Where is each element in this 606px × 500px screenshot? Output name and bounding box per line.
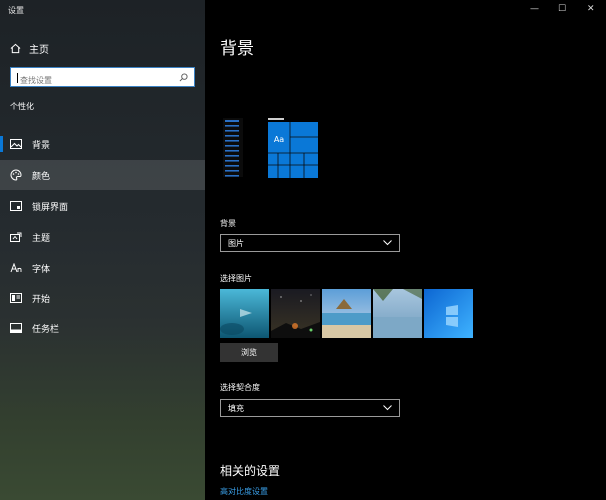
chevron-down-icon [383,240,392,246]
sidebar-item-lock-screen[interactable]: 锁屏界面 [0,191,205,221]
thumbnail-underwater[interactable] [220,289,269,338]
start-icon [10,293,22,303]
sidebar-item-colors[interactable]: 颜色 [0,160,205,190]
search-box[interactable]: 查找设置 [10,67,195,87]
thumbnail-night-sky[interactable] [271,289,320,338]
high-contrast-link[interactable]: 高对比度设置 [220,486,268,497]
thumbnail-windows-hero[interactable] [424,289,473,338]
search-placeholder: 查找设置 [20,75,52,85]
lock-screen-icon [10,201,22,211]
sidebar-item-fonts[interactable]: 字体 [0,253,205,283]
font-icon [10,263,22,273]
close-button[interactable]: ✕ [587,4,595,14]
taskbar-icon [10,323,22,333]
theme-icon [10,232,22,242]
sidebar-item-label: 主题 [32,233,51,244]
maximize-button[interactable]: ☐ [558,4,566,14]
sidebar-item-background[interactable]: 背景 [0,129,205,159]
related-settings-title: 相关的设置 [220,464,281,478]
thumbnail-beach[interactable] [322,289,371,338]
minimize-button[interactable]: — [530,4,539,14]
fit-label: 选择契合度 [220,383,260,392]
search-input[interactable]: 查找设置 [17,68,52,87]
sidebar-item-themes[interactable]: 主题 [0,222,205,252]
fit-dropdown[interactable]: 填充 [220,399,400,417]
settings-window: 设置 主页 查找设置 个性化 背景 颜色 锁屏界面 主题 字体 开始 任务栏 —… [0,0,606,500]
sidebar-item-label: 颜色 [32,171,51,182]
home-nav[interactable]: 主页 [10,41,49,56]
sidebar-item-label: 开始 [32,294,51,305]
sidebar-item-taskbar[interactable]: 任务栏 [0,313,205,343]
choose-picture-label: 选择图片 [220,274,252,283]
app-title: 设置 [8,6,24,15]
main-pane: — ☐ ✕ 背景 Aa 背景 图片 选择图片 浏览 选择契合度 填充 相关的设置… [205,0,606,500]
section-title: 个性化 [10,102,34,111]
desktop-preview: Aa [223,118,318,178]
background-label: 背景 [220,219,236,228]
home-label: 主页 [29,45,49,56]
picture-icon [10,139,22,149]
fit-dropdown-value: 填充 [228,403,244,413]
sidebar-item-label: 字体 [32,264,51,275]
browse-button[interactable]: 浏览 [220,343,278,362]
picture-thumbnails [220,289,473,338]
search-icon[interactable] [179,72,188,82]
palette-icon [10,169,22,181]
page-title: 背景 [220,39,254,59]
home-icon [10,43,21,54]
background-dropdown-value: 图片 [228,238,244,248]
preview-text: Aa [274,135,284,144]
sidebar-item-label: 背景 [32,140,51,151]
background-dropdown[interactable]: 图片 [220,234,400,252]
chevron-down-icon [383,405,392,411]
sidebar-item-label: 锁屏界面 [32,202,69,213]
sidebar-item-label: 任务栏 [32,324,60,335]
sidebar-item-start[interactable]: 开始 [0,283,205,313]
sidebar: 设置 主页 查找设置 个性化 背景 颜色 锁屏界面 主题 字体 开始 任务栏 [0,0,205,500]
thumbnail-lake[interactable] [373,289,422,338]
